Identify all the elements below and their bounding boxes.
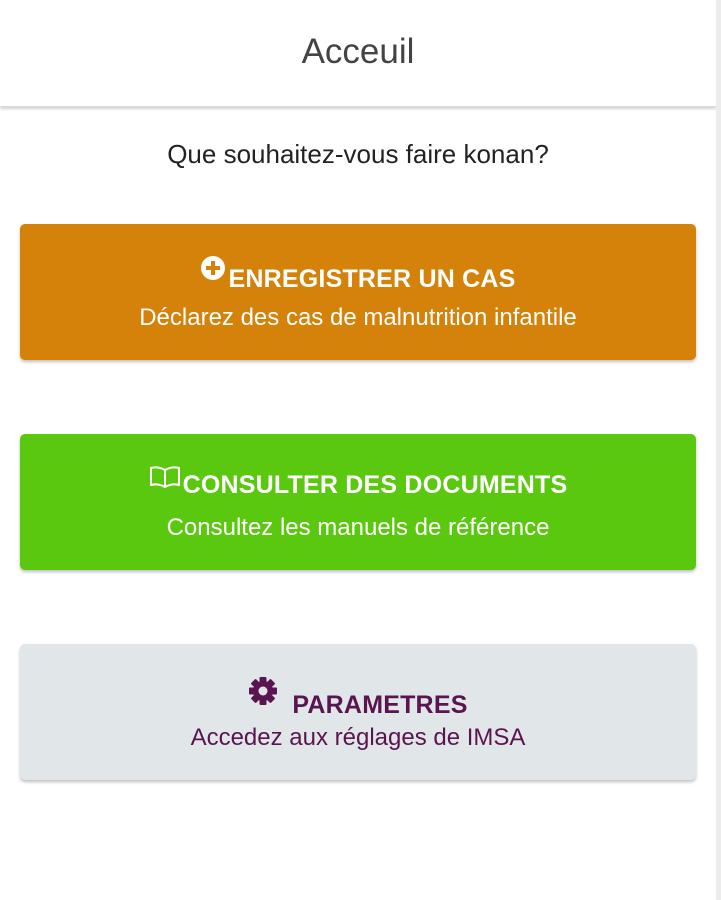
settings-subtitle: Accedez aux réglages de IMSA xyxy=(190,724,526,751)
scrollbar-track[interactable] xyxy=(716,0,721,900)
register-case-title: ENREGISTRER UN CAS xyxy=(228,265,516,293)
book-open-icon xyxy=(149,466,181,488)
settings-title: PARAMETRES xyxy=(292,691,468,719)
consult-documents-button[interactable]: CONSULTER DES DOCUMENTS Consultez les ma… xyxy=(20,434,696,570)
gear-icon xyxy=(248,676,278,706)
consult-documents-title: CONSULTER DES DOCUMENTS xyxy=(182,471,568,499)
plus-circle-icon xyxy=(200,256,225,280)
settings-title-row: PARAMETRES xyxy=(20,676,696,720)
register-case-button[interactable]: ENREGISTRER UN CAS Déclarez des cas de m… xyxy=(20,224,696,360)
register-case-title-row: ENREGISTRER UN CAS xyxy=(20,256,696,294)
welcome-prompt: Que souhaitez-vous faire konan? xyxy=(167,139,549,169)
settings-button[interactable]: PARAMETRES Accedez aux réglages de IMSA xyxy=(20,644,696,780)
page-title: Acceuil xyxy=(301,32,415,71)
consult-documents-title-row: CONSULTER DES DOCUMENTS xyxy=(20,466,696,500)
app-header: Acceuil xyxy=(0,0,716,107)
consult-documents-subtitle: Consultez les manuels de référence xyxy=(166,514,550,541)
home-page: Acceuil Que souhaitez-vous faire konan? … xyxy=(0,0,716,900)
register-case-subtitle: Déclarez des cas de malnutrition infanti… xyxy=(139,304,577,331)
